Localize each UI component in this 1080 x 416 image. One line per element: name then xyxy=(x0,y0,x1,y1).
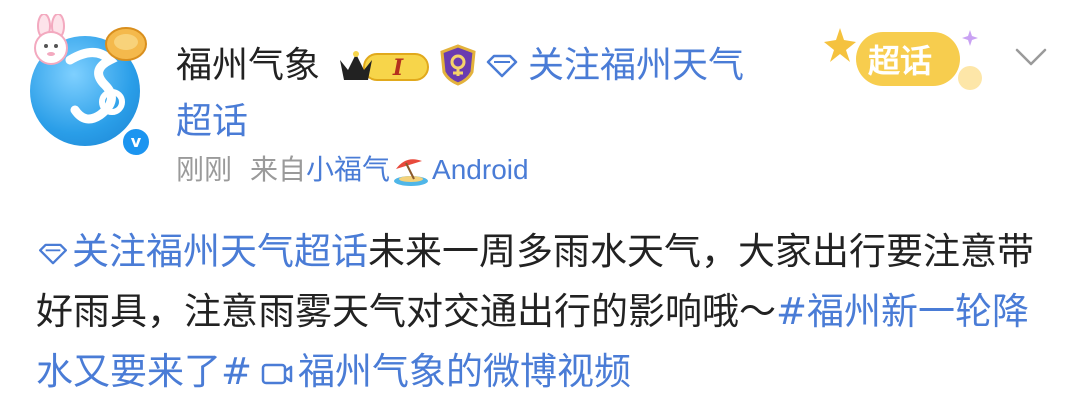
author-name[interactable]: 福州气象 xyxy=(176,44,320,88)
source-app-link[interactable]: 小福气 xyxy=(306,152,390,188)
source-prefix: 来自 xyxy=(250,153,307,186)
platform-label: Android xyxy=(432,154,529,185)
follow-topic-link[interactable]: 关注福州天气 xyxy=(484,44,744,88)
video-icon xyxy=(261,363,293,384)
super-topic-diamond-icon xyxy=(486,54,518,78)
super-topic-badge-label: 超话 xyxy=(868,42,933,80)
avatar[interactable]: v xyxy=(22,14,152,158)
super-topic-diamond-icon xyxy=(39,243,67,264)
bunny-pendant-icon xyxy=(34,14,68,65)
post-content: 关注福州天气超话未来一周多雨水天气，大家出行要注意带好雨具，注意雨雾天气对交通出… xyxy=(36,222,1046,402)
video-link[interactable]: 福州气象的微博视频 xyxy=(298,350,631,393)
beach-umbrella-icon xyxy=(394,159,429,186)
post-time: 刚刚 xyxy=(176,153,233,186)
follow-topic-label-line2[interactable]: 超话 xyxy=(176,100,248,144)
mooncake-icon xyxy=(105,27,147,61)
shield-badge-icon xyxy=(440,44,476,86)
chevron-down-icon[interactable] xyxy=(1014,46,1048,68)
crown-level-badge: I xyxy=(340,51,429,81)
post-meta: 刚刚 来自 小福气 Android xyxy=(176,152,529,188)
level-number: I xyxy=(392,55,404,81)
follow-topic-label: 关注福州天气 xyxy=(528,45,745,86)
verified-badge: v xyxy=(120,126,152,158)
content-topic-link[interactable]: 关注福州天气超话 xyxy=(72,230,368,273)
